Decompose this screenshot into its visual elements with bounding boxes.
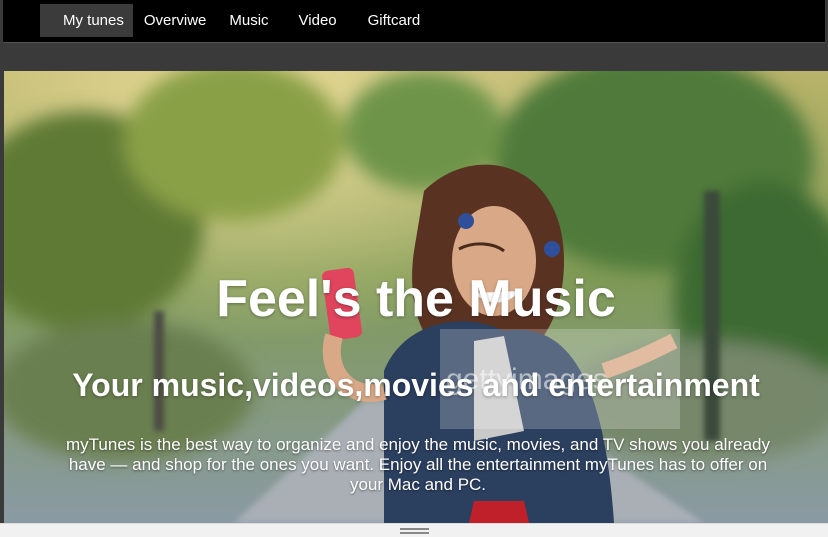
nav-item-my-tunes[interactable]: My tunes	[40, 4, 133, 37]
nav-item-overview[interactable]: Overviwe	[133, 4, 218, 37]
hero-subtitle: Your music,videos,movies and entertainme…	[72, 367, 760, 403]
nav-item-giftcard[interactable]: Giftcard	[348, 4, 432, 37]
nav-item-music[interactable]: Music	[218, 4, 279, 37]
bottom-bar	[0, 523, 828, 537]
drag-handle-icon[interactable]	[400, 528, 429, 534]
hero-description: myTunes is the best way to organize and …	[66, 435, 770, 494]
nav-menu: My tunes Overviwe Music Video Giftcard	[40, 4, 431, 37]
hero-banner: gettyimages Feel's the Music Your music,…	[4, 71, 828, 523]
top-navbar: My tunes Overviwe Music Video Giftcard	[3, 0, 825, 43]
hero-title: Feel's the Music	[216, 270, 616, 328]
nav-item-video[interactable]: Video	[280, 4, 348, 37]
header-spacer	[0, 44, 828, 71]
